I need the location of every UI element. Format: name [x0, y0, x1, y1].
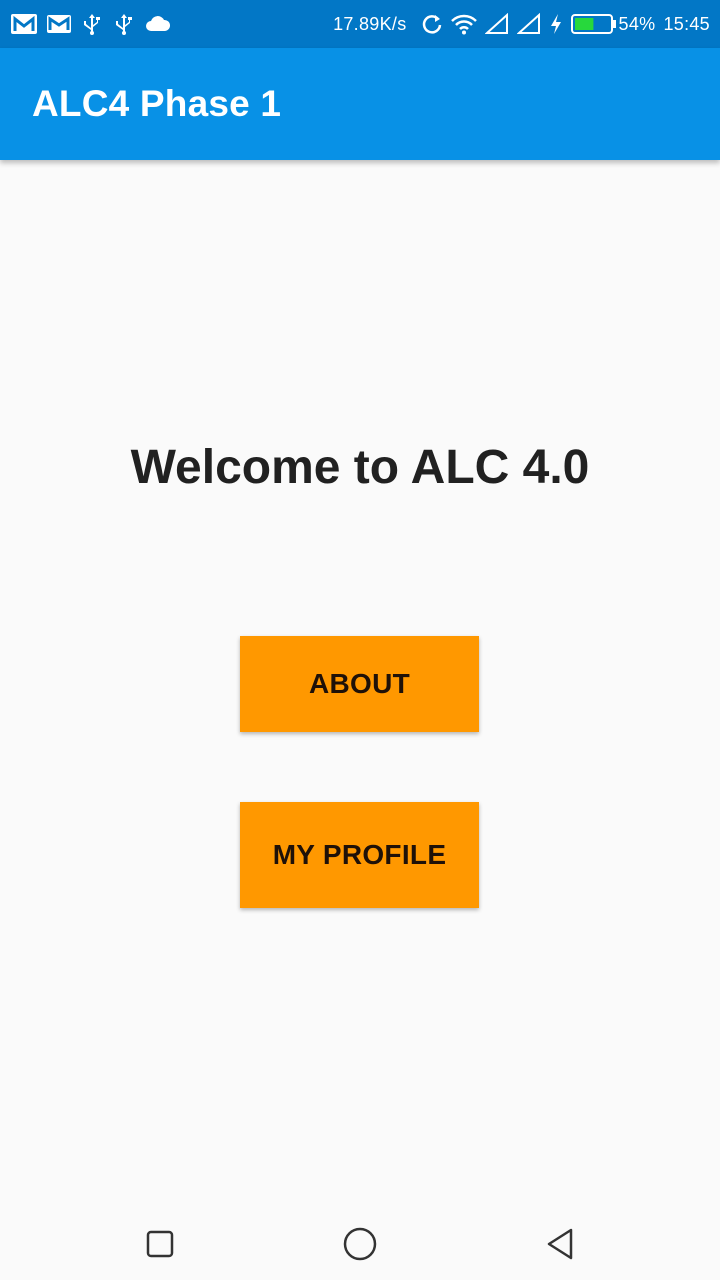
charging-icon: [549, 12, 563, 36]
home-icon[interactable]: [340, 1224, 380, 1264]
signal-icon: [484, 12, 509, 36]
signal-icon: [516, 12, 541, 36]
gmail-icon: [46, 12, 72, 36]
wifi-icon: [450, 12, 477, 36]
usb-icon: [112, 12, 136, 36]
navigation-bar: [0, 1204, 720, 1280]
recents-icon[interactable]: [140, 1224, 180, 1264]
clock: 15:45: [663, 13, 710, 34]
my-profile-button[interactable]: MY PROFILE: [240, 802, 479, 908]
usb-icon: [80, 12, 104, 36]
notification-icons: [10, 12, 172, 36]
screen: 17.89K/s 54% 15:45 ALC4 Phase 1 Welcome …: [0, 0, 720, 1280]
status-bar: 17.89K/s 54% 15:45: [0, 0, 720, 48]
about-button[interactable]: ABOUT: [240, 636, 479, 732]
back-icon[interactable]: [540, 1224, 580, 1264]
battery-icon: [570, 12, 617, 36]
app-title: ALC4 Phase 1: [32, 83, 282, 124]
sync-icon: [421, 12, 443, 36]
network-speed: 17.89K/s: [333, 13, 407, 34]
cloud-icon: [144, 12, 172, 36]
gmail-icon: [10, 12, 38, 36]
welcome-heading: Welcome to ALC 4.0: [130, 441, 590, 494]
battery-percent: 54%: [618, 13, 656, 34]
app-bar: ALC4 Phase 1: [0, 48, 720, 160]
system-indicators: 17.89K/s 54% 15:45: [333, 12, 710, 36]
